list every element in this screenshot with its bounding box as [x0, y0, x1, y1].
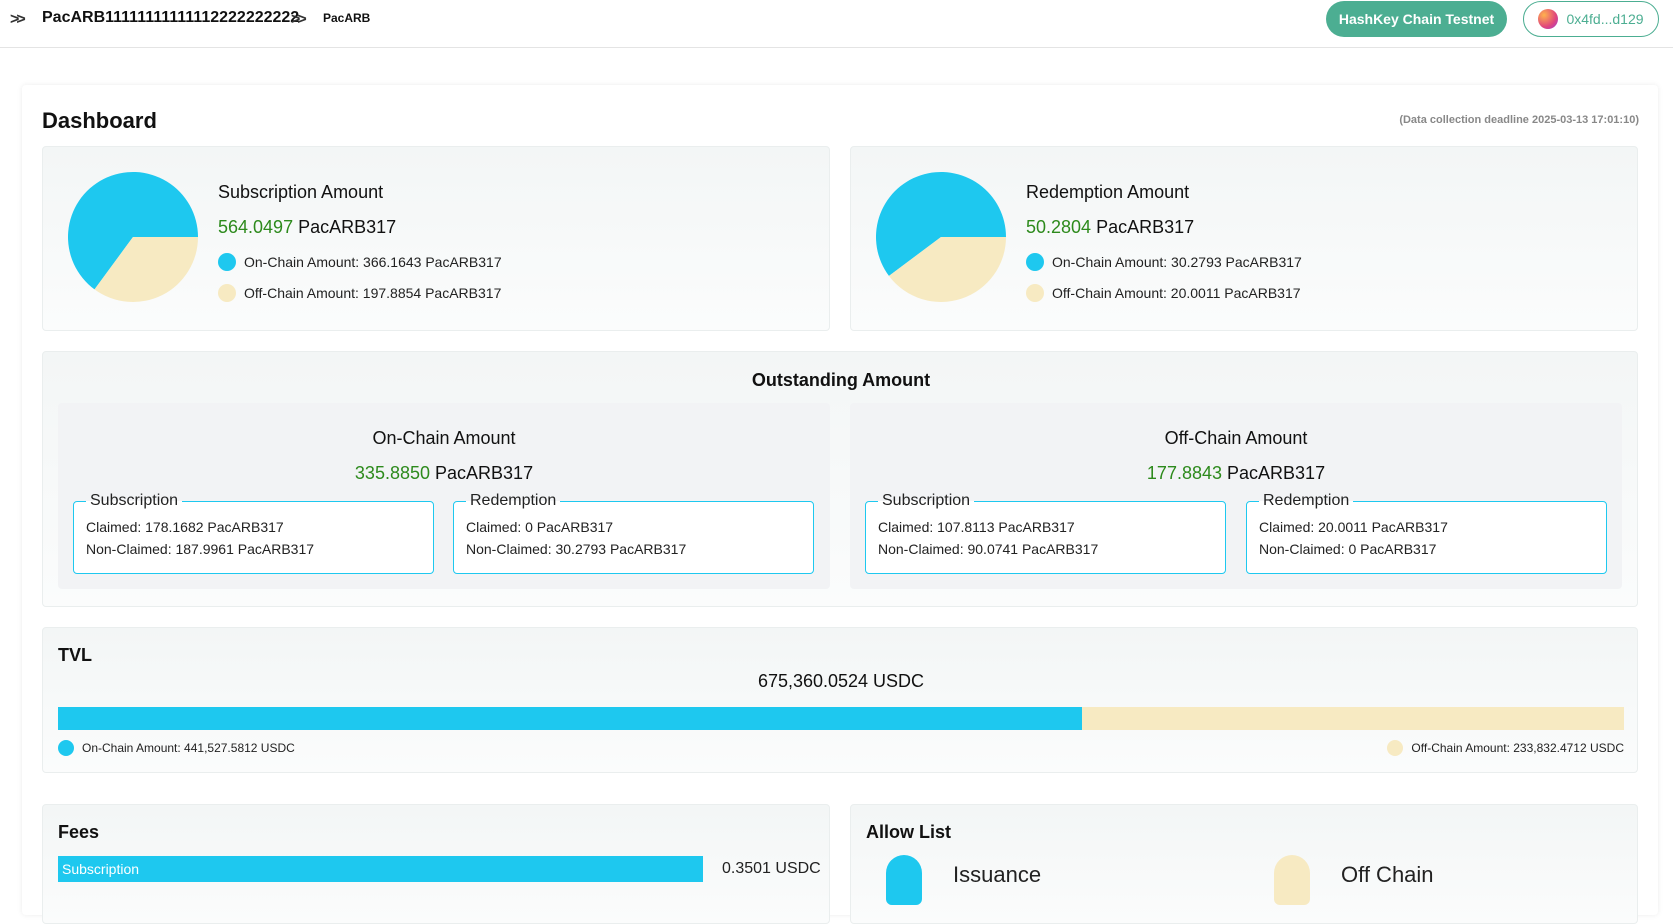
breadcrumb-item-project[interactable]: PacARB11111111111112222222222	[42, 9, 299, 27]
legend-dot-blue	[1026, 253, 1044, 271]
redemption-total-unit: PacARB317	[1096, 217, 1195, 237]
legend-dot-blue	[58, 740, 74, 756]
breadcrumb-item-token[interactable]: PacARB	[323, 11, 370, 25]
user-icon	[886, 855, 922, 905]
on-chain-total-unit: PacARB317	[435, 463, 534, 483]
legend-label: Off-Chain Amount: 233,832.4712 USDC	[1411, 741, 1624, 755]
allow-issuance-label: Issuance	[953, 862, 1042, 887]
wallet-avatar-icon	[1538, 9, 1559, 29]
box-legend: Subscription	[882, 492, 971, 509]
double-chevron-right-icon: >>	[10, 11, 26, 28]
on-chain-total: 335.8850 PacARB317	[58, 463, 830, 484]
fee-subscription-value: 0.3501 USDC	[722, 860, 821, 877]
legend-on-chain: On-Chain Amount: 30.2793 PacARB317	[1026, 253, 1302, 271]
fees-title: Fees	[58, 822, 100, 842]
non-claimed-value: Non-Claimed: 187.9961 PacARB317	[86, 541, 315, 557]
on-chain-title: On-Chain Amount	[372, 428, 516, 448]
subscription-total: 564.0497 PacARB317	[218, 217, 396, 238]
tvl-on-chain-fill	[58, 707, 1082, 730]
data-deadline: (Data collection deadline 2025-03-13 17:…	[1399, 114, 1639, 126]
off-chain-total-value: 177.8843	[1146, 463, 1222, 483]
page-title: Dashboard	[42, 108, 157, 133]
redemption-total-value: 50.2804	[1026, 217, 1092, 237]
box-legend: Redemption	[1263, 492, 1350, 509]
fee-subscription-bar: Subscription	[58, 856, 703, 882]
box-legend: Redemption	[470, 492, 557, 509]
off-chain-title: Off-Chain Amount	[1164, 428, 1308, 448]
allow-off-chain-label: Off Chain	[1341, 862, 1434, 887]
non-claimed-value: Non-Claimed: 90.0741 PacARB317	[878, 541, 1099, 557]
off-chain-redemption-box: Redemption Claimed: 20.0011 PacARB317 No…	[1246, 492, 1607, 574]
redemption-total: 50.2804 PacARB317	[1026, 217, 1194, 238]
allow-list-title: Allow List	[866, 822, 951, 842]
legend-label: On-Chain Amount: 366.1643 PacARB317	[244, 254, 502, 270]
subscription-pie-chart	[67, 172, 198, 303]
claimed-value: Claimed: 0 PacARB317	[466, 519, 614, 535]
tvl-legend-on-chain: On-Chain Amount: 441,527.5812 USDC	[58, 740, 295, 756]
top-bar: >> PacARB11111111111112222222222 >> PacA…	[0, 0, 1673, 48]
wallet-address: 0x4fd...d129	[1566, 11, 1644, 27]
legend-label: Off-Chain Amount: 197.8854 PacARB317	[244, 285, 502, 301]
legend-on-chain: On-Chain Amount: 366.1643 PacARB317	[218, 253, 502, 271]
claimed-value: Claimed: 20.0011 PacARB317	[1259, 519, 1448, 535]
outstanding-title: Outstanding Amount	[751, 370, 931, 390]
claimed-value: Claimed: 178.1682 PacARB317	[86, 519, 284, 535]
tvl-total: 675,360.0524 USDC	[757, 671, 925, 691]
tvl-progress-bar	[58, 707, 1624, 730]
off-chain-total-unit: PacARB317	[1227, 463, 1326, 483]
box-legend: Subscription	[90, 492, 179, 509]
legend-label: On-Chain Amount: 30.2793 PacARB317	[1052, 254, 1302, 270]
claimed-value: Claimed: 107.8113 PacARB317	[878, 519, 1075, 535]
legend-label: Off-Chain Amount: 20.0011 PacARB317	[1052, 285, 1301, 301]
legend-label: On-Chain Amount: 441,527.5812 USDC	[82, 741, 295, 755]
tvl-title: TVL	[58, 645, 92, 665]
on-chain-redemption-box: Redemption Claimed: 0 PacARB317 Non-Clai…	[453, 492, 814, 574]
on-chain-subscription-box: Subscription Claimed: 178.1682 PacARB317…	[73, 492, 434, 574]
non-claimed-value: Non-Claimed: 30.2793 PacARB317	[466, 541, 687, 557]
legend-off-chain: Off-Chain Amount: 20.0011 PacARB317	[1026, 284, 1301, 302]
wallet-button[interactable]: 0x4fd...d129	[1523, 1, 1659, 37]
tvl-legend-off-chain: Off-Chain Amount: 233,832.4712 USDC	[1387, 740, 1624, 756]
subscription-total-unit: PacARB317	[298, 217, 397, 237]
double-chevron-right-icon: >>	[291, 11, 307, 28]
subscription-total-value: 564.0497	[218, 217, 294, 237]
non-claimed-value: Non-Claimed: 0 PacARB317	[1259, 541, 1437, 557]
legend-dot-cream	[218, 284, 236, 302]
subscription-title: Subscription Amount	[218, 182, 384, 202]
legend-dot-blue	[218, 253, 236, 271]
off-chain-subscription-box: Subscription Claimed: 107.8113 PacARB317…	[865, 492, 1226, 574]
legend-off-chain: Off-Chain Amount: 197.8854 PacARB317	[218, 284, 501, 302]
on-chain-total-value: 335.8850	[354, 463, 430, 483]
redemption-title: Redemption Amount	[1026, 182, 1190, 202]
legend-dot-cream	[1026, 284, 1044, 302]
user-icon	[1274, 855, 1310, 905]
redemption-pie-chart	[876, 171, 1006, 302]
legend-dot-cream	[1387, 740, 1404, 756]
network-button[interactable]: HashKey Chain Testnet	[1326, 1, 1507, 37]
off-chain-total: 177.8843 PacARB317	[850, 463, 1622, 484]
